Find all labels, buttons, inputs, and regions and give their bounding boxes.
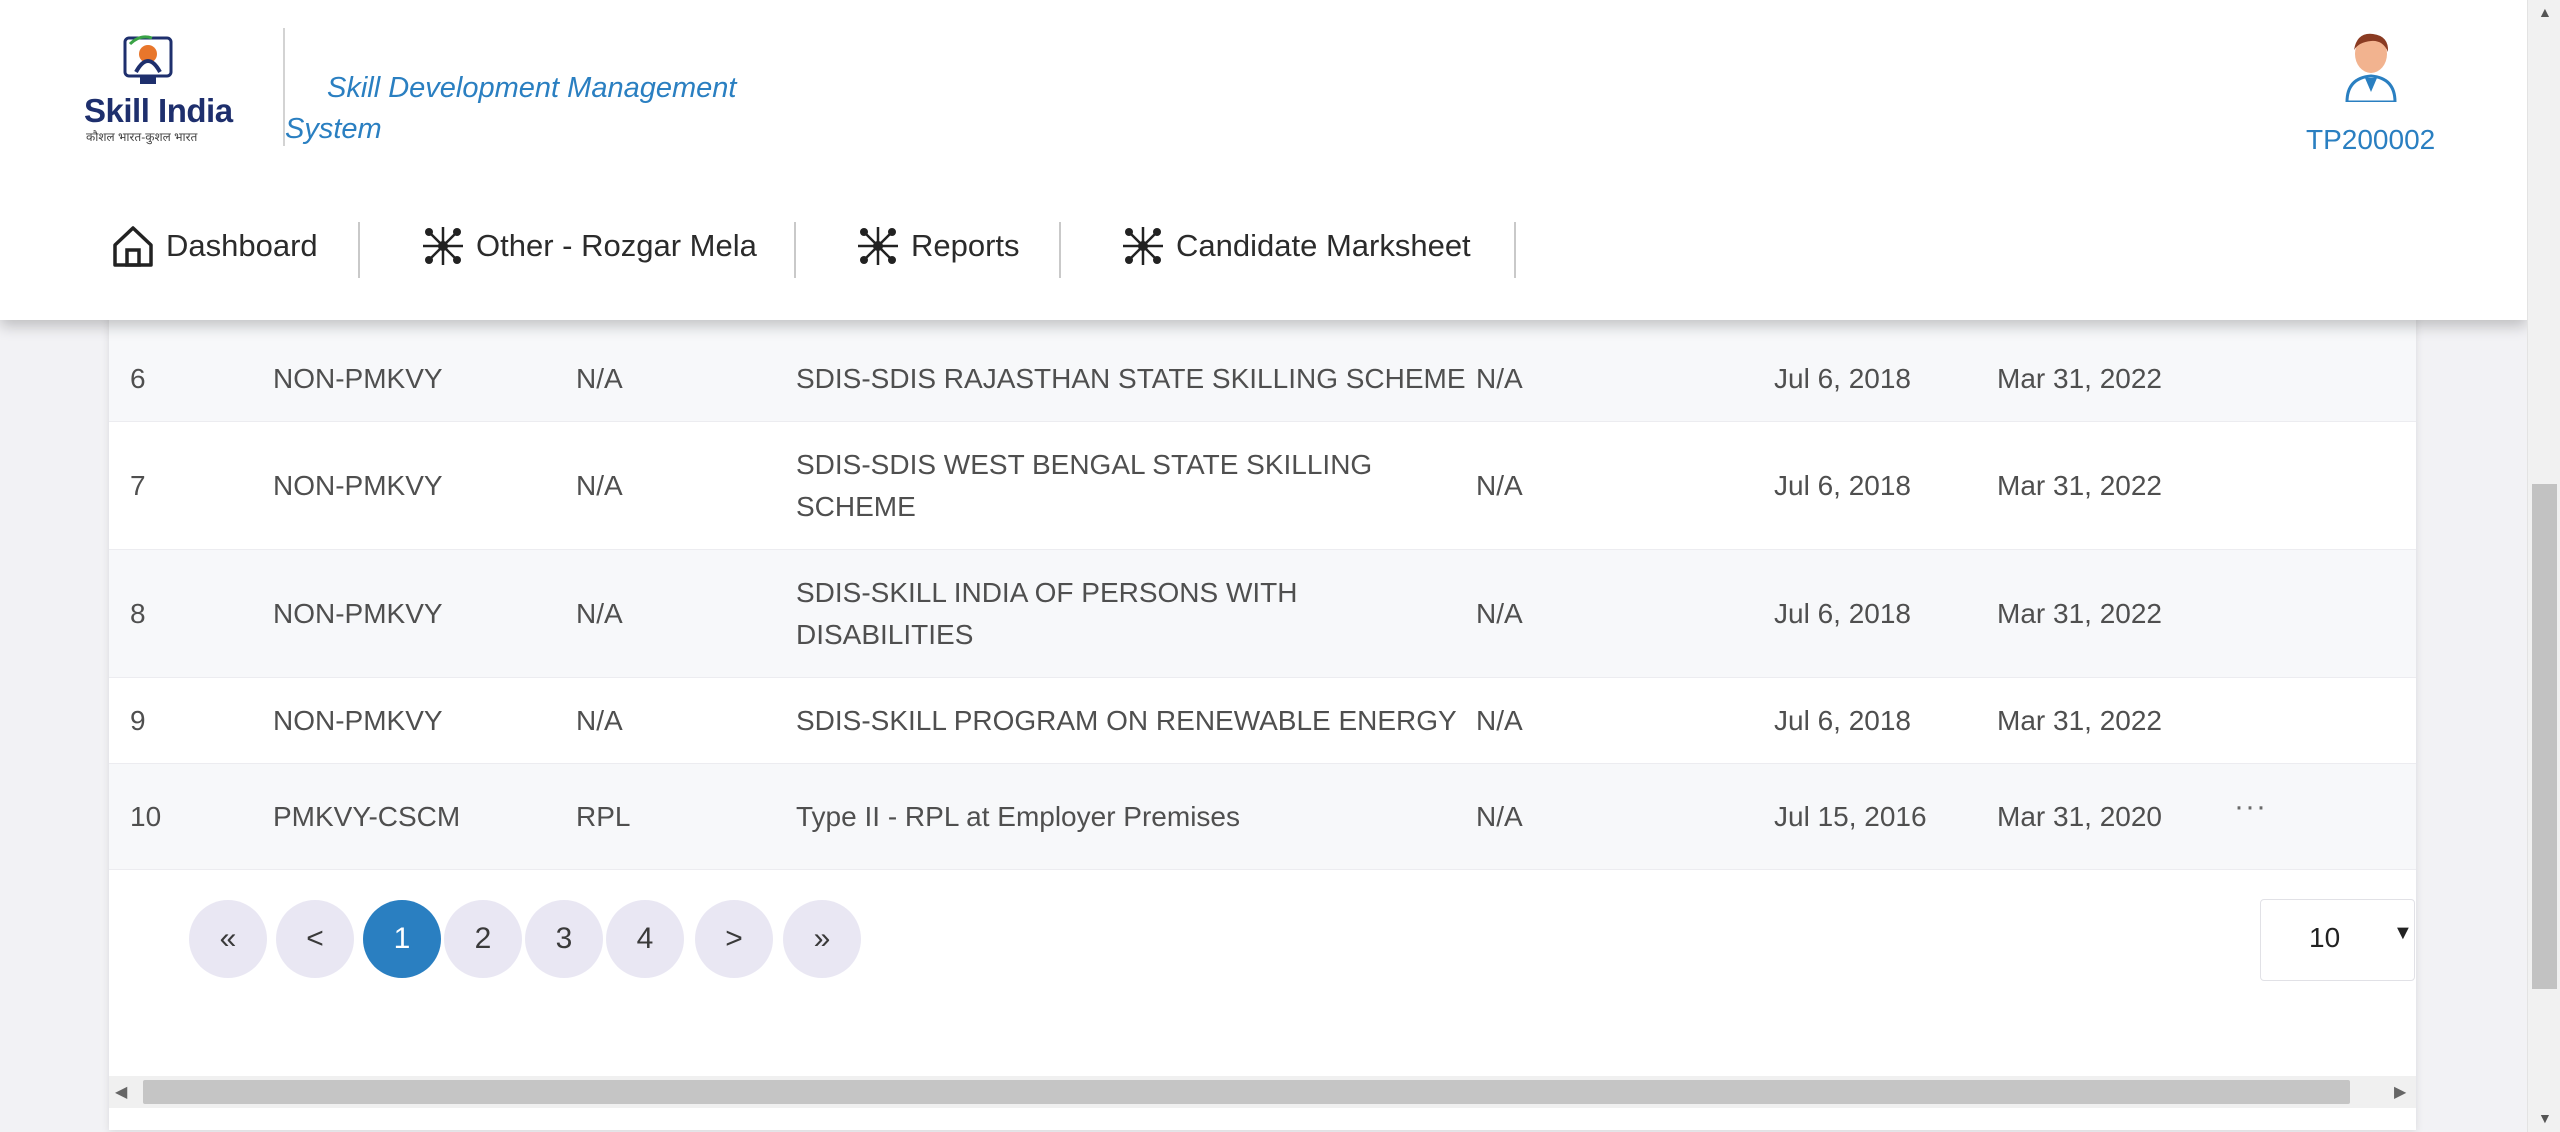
cell-sub-type: N/A bbox=[576, 598, 623, 629]
table-row[interactable]: 10 PMKVY-CSCM RPL Type II - RPL at Emplo… bbox=[109, 764, 2416, 870]
page-button-2[interactable]: 2 bbox=[444, 900, 522, 978]
cell-scheme-type: PMKVY-CSCM bbox=[273, 801, 461, 832]
cell-scheme-name: SDIS-SDIS RAJASTHAN STATE SKILLING SCHEM… bbox=[796, 363, 1466, 394]
cell-start-date: Jul 6, 2018 bbox=[1774, 363, 1911, 394]
schemes-table-card: 6 NON-PMKVY N/A SDIS-SDIS RAJASTHAN STAT… bbox=[109, 300, 2416, 1130]
logo-wordmark: Skill India bbox=[84, 92, 233, 129]
cell-scheme-name: SDIS-SKILL INDIA OF PERSONS WITH DISABIL… bbox=[796, 577, 1298, 650]
chevron-down-icon: ▼ bbox=[2393, 922, 2413, 944]
cell-extra: N/A bbox=[1476, 705, 1523, 736]
nav-label: Dashboard bbox=[166, 228, 318, 263]
cell-serial: 8 bbox=[130, 598, 146, 629]
nav-divider bbox=[358, 222, 360, 278]
nav-divider bbox=[1514, 222, 1516, 278]
cell-start-date: Jul 6, 2018 bbox=[1774, 470, 1911, 501]
page-button-1[interactable]: 1 bbox=[363, 900, 441, 978]
scroll-right-icon[interactable]: ▶ bbox=[2394, 1082, 2406, 1102]
nav-label: Candidate Marksheet bbox=[1176, 228, 1471, 263]
nav-divider bbox=[1059, 222, 1061, 278]
cell-scheme-name: Type II - RPL at Employer Premises bbox=[796, 801, 1240, 832]
cell-scheme-name: SDIS-SKILL PROGRAM ON RENEWABLE ENERGY bbox=[796, 705, 1457, 736]
cell-serial: 9 bbox=[130, 705, 146, 736]
cell-scheme-name: SDIS-SDIS WEST BENGAL STATE SKILLING SCH… bbox=[796, 449, 1373, 522]
horizontal-scrollbar[interactable]: ◀ ▶ bbox=[109, 1076, 2416, 1108]
cell-end-date: Mar 31, 2020 bbox=[1997, 801, 2162, 832]
cell-start-date: Jul 6, 2018 bbox=[1774, 598, 1911, 629]
nav-reports[interactable]: Reports bbox=[855, 210, 1020, 282]
cell-sub-type: N/A bbox=[576, 470, 623, 501]
cell-end-date: Mar 31, 2022 bbox=[1997, 363, 2162, 394]
app-title: Skill Development Management System bbox=[285, 72, 737, 145]
cell-sub-type: RPL bbox=[576, 801, 631, 832]
nav-label: Reports bbox=[911, 228, 1020, 263]
cell-extra: N/A bbox=[1476, 801, 1523, 832]
logo-emblem-icon bbox=[123, 35, 173, 84]
cell-scheme-type: NON-PMKVY bbox=[273, 470, 443, 501]
cell-extra: N/A bbox=[1476, 598, 1523, 629]
page-button-3[interactable]: 3 bbox=[525, 900, 603, 978]
cell-scheme-type: NON-PMKVY bbox=[273, 363, 443, 394]
cell-extra: N/A bbox=[1476, 470, 1523, 501]
viewport: 6 NON-PMKVY N/A SDIS-SDIS RAJASTHAN STAT… bbox=[0, 0, 2560, 1132]
network-icon bbox=[423, 227, 463, 265]
table-row[interactable]: 8 NON-PMKVY N/A SDIS-SKILL INDIA OF PERS… bbox=[109, 550, 2416, 678]
cell-end-date: Mar 31, 2022 bbox=[1997, 470, 2162, 501]
prev-page-button[interactable]: < bbox=[276, 900, 354, 978]
row-actions-menu-icon[interactable]: ··· bbox=[2234, 790, 2267, 824]
cell-end-date: Mar 31, 2022 bbox=[1997, 598, 2162, 629]
logo-tagline: कौशल भारत-कुशल भारत bbox=[86, 130, 198, 144]
vertical-scroll-thumb[interactable] bbox=[2532, 484, 2557, 989]
horizontal-scroll-thumb[interactable] bbox=[143, 1080, 2350, 1104]
nav-divider bbox=[794, 222, 796, 278]
cell-end-date: Mar 31, 2022 bbox=[1997, 705, 2162, 736]
scroll-down-icon[interactable]: ▼ bbox=[2538, 1110, 2552, 1126]
cell-start-date: Jul 15, 2016 bbox=[1774, 801, 1927, 832]
cell-sub-type: N/A bbox=[576, 363, 623, 394]
user-avatar-icon[interactable] bbox=[2337, 28, 2405, 104]
first-page-button[interactable]: « bbox=[189, 900, 267, 978]
nav-dashboard[interactable]: Dashboard bbox=[110, 210, 318, 282]
table-row[interactable]: 7 NON-PMKVY N/A SDIS-SDIS WEST BENGAL ST… bbox=[109, 422, 2416, 550]
nav-candidate-marksheet[interactable]: Candidate Marksheet bbox=[1120, 210, 1471, 282]
page-size-select[interactable]: 10 ▼ bbox=[2260, 899, 2415, 981]
cell-serial: 10 bbox=[130, 801, 162, 832]
nav-other-rozgar-mela[interactable]: Other - Rozgar Mela bbox=[420, 210, 757, 282]
home-icon bbox=[113, 226, 153, 267]
nav-label: Other - Rozgar Mela bbox=[476, 228, 757, 263]
cell-sub-type: N/A bbox=[576, 705, 623, 736]
cell-extra: N/A bbox=[1476, 363, 1523, 394]
next-page-button[interactable]: > bbox=[695, 900, 773, 978]
network-icon bbox=[858, 227, 898, 265]
page-size-value: 10 bbox=[2309, 922, 2341, 953]
app-header: Skill India कौशल भारत-कुशल भारत Skill De… bbox=[0, 0, 2527, 320]
scroll-up-icon[interactable]: ▲ bbox=[2538, 4, 2552, 20]
last-page-button[interactable]: » bbox=[783, 900, 861, 978]
scroll-left-icon[interactable]: ◀ bbox=[115, 1082, 127, 1102]
cell-serial: 7 bbox=[130, 470, 146, 501]
network-icon bbox=[1123, 227, 1163, 265]
cell-start-date: Jul 6, 2018 bbox=[1774, 705, 1911, 736]
vertical-scrollbar[interactable]: ▲ ▼ bbox=[2527, 0, 2560, 1132]
user-id-label[interactable]: TP200002 bbox=[2306, 124, 2435, 156]
cell-scheme-type: NON-PMKVY bbox=[273, 598, 443, 629]
page-button-4[interactable]: 4 bbox=[606, 900, 684, 978]
cell-scheme-type: NON-PMKVY bbox=[273, 705, 443, 736]
table-row[interactable]: 9 NON-PMKVY N/A SDIS-SKILL PROGRAM ON RE… bbox=[109, 678, 2416, 764]
cell-serial: 6 bbox=[130, 363, 146, 394]
